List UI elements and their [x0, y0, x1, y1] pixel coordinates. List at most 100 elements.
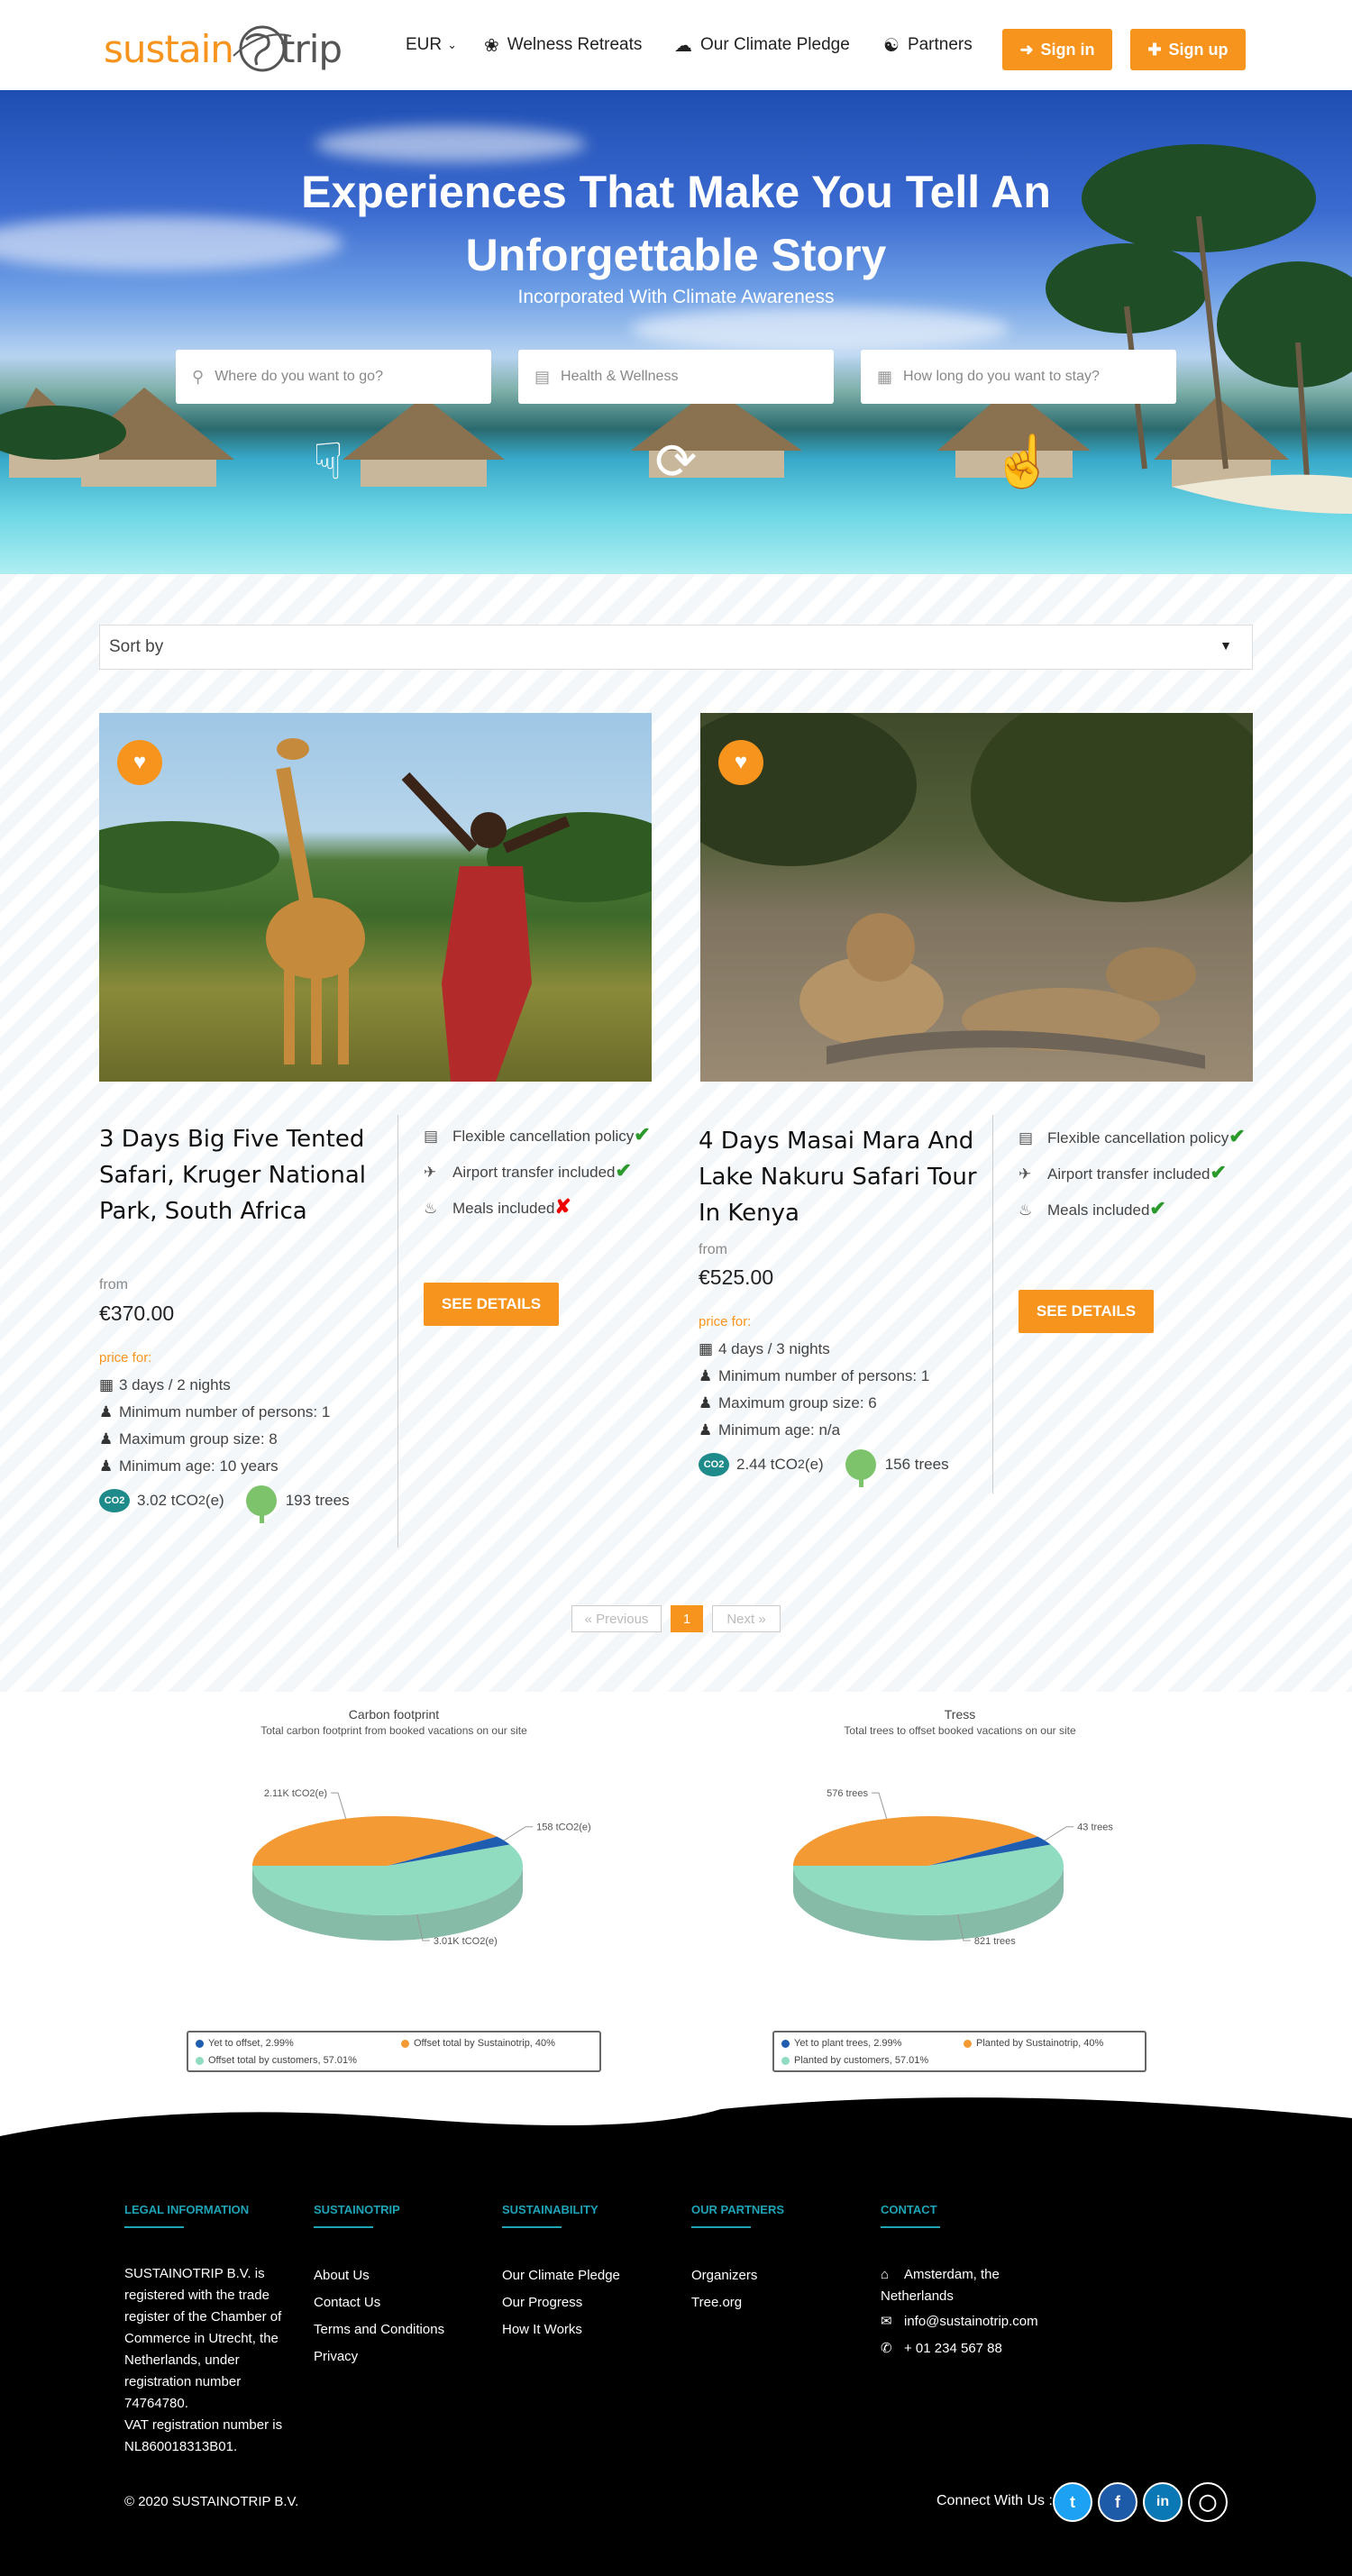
address-text: Amsterdam, the: [904, 2267, 1000, 2282]
legal-line: VAT registration number is: [124, 2417, 283, 2433]
page-number-button[interactable]: 1: [671, 1605, 703, 1632]
tour-image[interactable]: ♥: [700, 713, 1253, 1082]
tour-image[interactable]: ♥: [99, 713, 652, 1082]
favorite-heart-icon[interactable]: ♥: [718, 740, 763, 785]
feature-list: ▤ Flexible cancellation policy✔ ✈ Airport …: [1019, 1119, 1246, 1228]
copyright: © 2020 SUSTAINOTRIP B.V.: [124, 2494, 299, 2509]
phone-row[interactable]: ✆ + 01 234 567 88: [881, 2338, 1038, 2360]
twitter-icon[interactable]: t: [1053, 2482, 1092, 2522]
email-row[interactable]: ✉ info@sustainotrip.com: [881, 2311, 1038, 2333]
check-icon: ✔: [634, 1123, 651, 1146]
footer-heading: SUSTAINOTRIP: [314, 2203, 400, 2216]
email-text: info@sustainotrip.com: [904, 2314, 1038, 2329]
pie-slice-label: 3.01K tCO2(e): [434, 1936, 498, 1947]
sign-in-button[interactable]: ➜ Sign in: [1002, 29, 1112, 70]
legend-dot: [781, 2056, 790, 2065]
footer-link-organizers[interactable]: Organizers: [691, 2262, 757, 2289]
calendar-icon: ▦: [699, 1340, 714, 1357]
feature-label: Meals included: [452, 1200, 555, 1217]
footer-heading: LEGAL INFORMATION: [124, 2203, 250, 2216]
wallet-icon: ▤: [534, 367, 551, 386]
trees-value: 156 trees: [884, 1456, 949, 1473]
previous-page-button[interactable]: « Previous: [571, 1605, 662, 1632]
footer-link-terms[interactable]: Terms and Conditions: [314, 2316, 444, 2343]
check-icon: ✔: [615, 1159, 632, 1182]
duration-search-input[interactable]: ▦ How long do you want to stay?: [861, 350, 1176, 404]
max-group-text: Maximum group size: 6: [718, 1394, 877, 1411]
legal-text: SUSTAINOTRIP B.V. is registered with the…: [124, 2263, 305, 2458]
footer-wave: [0, 2097, 1352, 2154]
price-for-label: price for:: [699, 1314, 752, 1329]
address-row: ⌂ Amsterdam, the: [881, 2264, 1038, 2286]
chart-title: Carbon footprint: [348, 1707, 440, 1722]
chevron-down-icon: ⌄: [447, 38, 458, 51]
footer-link-privacy[interactable]: Privacy: [314, 2343, 444, 2370]
nav-label: Partners: [907, 35, 973, 54]
co2-subscript: 2: [798, 1457, 805, 1472]
carbon-footprint-row: CO2 2.44 tCO 2 (e) 156 trees: [699, 1449, 949, 1487]
footer-link-contact[interactable]: Contact Us: [314, 2289, 444, 2316]
phone-text: + 01 234 567 88: [904, 2341, 1002, 2356]
logo-text-sustain: sustain: [104, 27, 234, 71]
tour-price: €370.00: [99, 1302, 175, 1325]
home-icon: ⌂: [881, 2267, 890, 2282]
envelope-icon: ✉: [881, 2314, 892, 2329]
feature-label: Airport transfer included: [452, 1164, 616, 1181]
co2-icon: CO2: [699, 1453, 729, 1476]
tour-info-list: ▦ 4 days / 3 nights ♟ Minimum number of pe…: [699, 1336, 929, 1444]
see-details-button[interactable]: SEE DETAILS: [1019, 1290, 1154, 1333]
address-text: Netherlands: [881, 2288, 954, 2304]
footer-link-about[interactable]: About Us: [314, 2262, 444, 2289]
pie-slice-label: 158 tCO2(e): [536, 1822, 591, 1833]
feature-label: Meals included: [1047, 1201, 1150, 1219]
hero-title-text: Experiences That Make You Tell An Unforg…: [301, 167, 1051, 280]
calendar-icon: ▦: [877, 367, 893, 386]
footer-heading: CONTACT: [881, 2203, 937, 2216]
chart-legend: Yet to offset, 2.99% Offset total by Sus…: [187, 2031, 601, 2072]
footer-link-how-it-works[interactable]: How It Works: [502, 2316, 620, 2343]
footer-link-tree-org[interactable]: Tree.org: [691, 2289, 757, 2316]
legend-label: Offset total by customers, 57.01%: [208, 2055, 357, 2066]
thumbs-up-icon[interactable]: ☝: [991, 433, 1055, 490]
destination-search-input[interactable]: ⚲ Where do you want to go?: [176, 350, 491, 404]
footer-links: Our Climate Pledge Our Progress How It W…: [502, 2262, 620, 2343]
nav-partners[interactable]: ☯ Partners: [883, 27, 973, 63]
giraffe-photo: [99, 738, 652, 1082]
footer-heading: OUR PARTNERS: [691, 2203, 785, 2216]
tree-icon: [845, 1449, 876, 1487]
price-from-label: from: [99, 1277, 128, 1293]
card-divider: [397, 1115, 398, 1548]
tour-title[interactable]: 4 Days Masai Mara And Lake Nakuru Safari…: [699, 1123, 1005, 1231]
nav-wellness-retreats[interactable]: ❀ Welness Retreats: [484, 27, 642, 63]
logo[interactable]: sustain trip: [104, 14, 343, 78]
feature-item: ▤ Flexible cancellation policy✔: [1019, 1119, 1246, 1156]
see-details-button[interactable]: SEE DETAILS: [424, 1283, 559, 1326]
chart-legend: Yet to plant trees, 2.99% Planted by Sus…: [772, 2031, 1146, 2072]
chart-subtitle: Total carbon footprint from booked vacat…: [260, 1724, 527, 1737]
sort-label: Sort by: [109, 637, 164, 656]
reset-icon[interactable]: ⟳: [647, 433, 705, 490]
legend-item: Planted by customers, 57.01%: [781, 2055, 928, 2066]
max-group-text: Maximum group size: 8: [119, 1430, 278, 1448]
legend-item: Offset total by Sustainotrip, 40%: [401, 2038, 555, 2049]
legend-label: Planted by Sustainotrip, 40%: [976, 2038, 1104, 2049]
wallet-icon: ▤: [424, 1128, 439, 1145]
legal-line: 74764780.: [124, 2396, 188, 2411]
tour-title[interactable]: 3 Days Big Five Tented Safari, Kruger Na…: [99, 1121, 406, 1229]
co2-value: 3.02 tCO: [137, 1492, 199, 1509]
footer-link-climate-pledge[interactable]: Our Climate Pledge: [502, 2262, 620, 2289]
category-select[interactable]: ▤ Health & Wellness: [518, 350, 834, 404]
instagram-icon[interactable]: ◯: [1188, 2482, 1228, 2522]
sign-up-button[interactable]: ✚ Sign up: [1130, 29, 1246, 70]
facebook-icon[interactable]: f: [1098, 2482, 1137, 2522]
next-page-button[interactable]: Next »: [712, 1605, 781, 1632]
hero-title: Experiences That Make You Tell An Unforg…: [0, 160, 1352, 287]
favorite-heart-icon[interactable]: ♥: [117, 740, 162, 785]
sign-in-label: Sign in: [1040, 40, 1095, 59]
currency-dropdown[interactable]: EUR ⌄: [406, 27, 457, 63]
nav-climate-pledge[interactable]: ☁ Our Climate Pledge: [674, 27, 850, 63]
linkedin-icon[interactable]: in: [1143, 2482, 1183, 2522]
footer-link-progress[interactable]: Our Progress: [502, 2289, 620, 2316]
thumbs-down-icon[interactable]: ☟: [299, 433, 357, 490]
sort-select[interactable]: Sort by ▼: [99, 625, 1253, 670]
